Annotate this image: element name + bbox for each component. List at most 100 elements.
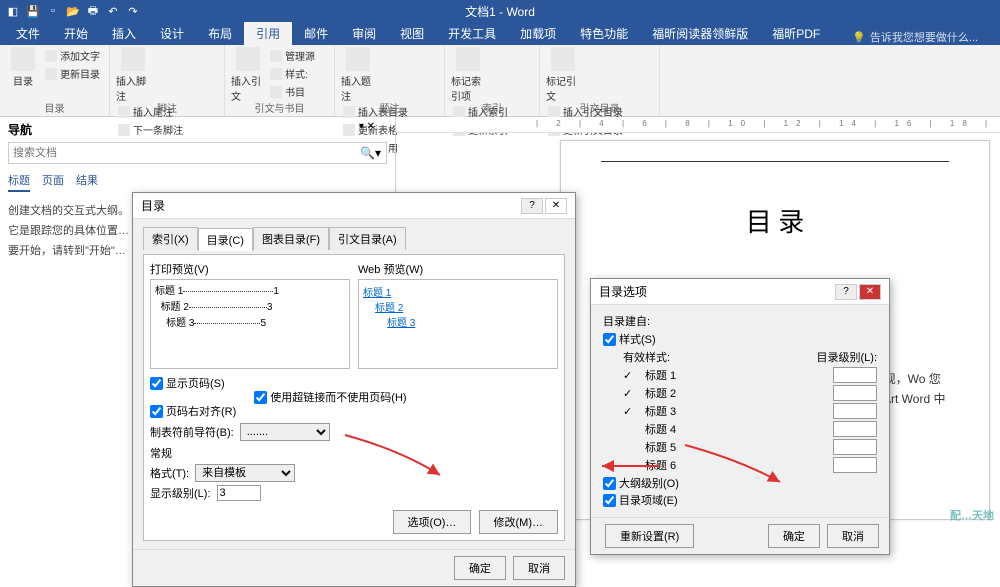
format-select[interactable]: 来自模板 xyxy=(195,464,295,482)
level-input-1[interactable] xyxy=(833,367,877,383)
general-label: 常规 xyxy=(150,445,172,461)
toc-level-label: 目录级别(L): xyxy=(817,349,878,365)
nav-tab-headings[interactable]: 标题 xyxy=(8,172,30,192)
redo-icon[interactable]: ↷ xyxy=(126,4,140,18)
web-preview-box: 标题 1 标题 2 标题 3 xyxy=(358,279,558,369)
toc-options-dialog: 目录选项 ?✕ 目录建自: 样式(S) 有效样式:目录级别(L): ✓标题 1 … xyxy=(590,278,890,555)
toc-dialog-title: 目录 xyxy=(141,197,165,214)
search-input[interactable] xyxy=(8,142,387,164)
add-text-button[interactable]: 添加文字 xyxy=(43,47,102,64)
use-hyperlinks-checkbox[interactable]: 使用超链接而不使用页码(H) xyxy=(254,375,406,419)
print-preview-label: 打印预览(V) xyxy=(150,261,350,277)
style-dropdown[interactable]: 样式: xyxy=(268,65,317,82)
right-align-checkbox[interactable]: 页码右对齐(R) xyxy=(150,403,236,419)
levels-label: 显示级别(L): xyxy=(150,485,211,501)
tab-special[interactable]: 特色功能 xyxy=(568,22,640,45)
built-from-label: 目录建自: xyxy=(603,313,877,329)
tab-leader-label: 制表符前导符(B): xyxy=(150,424,234,440)
toc-button[interactable]: 目录 xyxy=(6,47,40,88)
tocdlg-tab-figures[interactable]: 图表目录(F) xyxy=(253,227,329,250)
ribbon-tabs: 文件 开始 插入 设计 布局 引用 邮件 审阅 视图 开发工具 加载项 特色功能… xyxy=(0,22,1000,45)
web-preview-label: Web 预览(W) xyxy=(358,261,558,277)
group-label-toc: 目录 xyxy=(0,100,109,115)
group-label-index: 索引 xyxy=(445,100,539,115)
reset-button[interactable]: 重新设置(R) xyxy=(605,524,694,548)
opt-ok-button[interactable]: 确定 xyxy=(768,524,820,548)
mark-citation-button[interactable]: 标记引文 xyxy=(546,47,580,103)
doc-toc-heading: 目 录 xyxy=(601,202,949,239)
title-bar: ◧ 💾 ▫ 📂 🖶 ↶ ↷ 文档1 - Word xyxy=(0,0,1000,22)
tab-design[interactable]: 设计 xyxy=(148,22,196,45)
save-icon[interactable]: 💾 xyxy=(26,4,40,18)
level-input-5[interactable] xyxy=(833,439,877,455)
print-icon[interactable]: 🖶 xyxy=(86,4,100,18)
help-icon[interactable]: ? xyxy=(835,284,857,300)
tocdlg-tab-toc[interactable]: 目录(C) xyxy=(198,228,253,251)
tab-mailings[interactable]: 邮件 xyxy=(292,22,340,45)
toc-cancel-button[interactable]: 取消 xyxy=(513,556,565,580)
tab-insert[interactable]: 插入 xyxy=(100,22,148,45)
nav-tab-pages[interactable]: 页面 xyxy=(42,172,64,192)
tab-foxitpdf[interactable]: 福昕PDF xyxy=(760,22,832,45)
insert-footnote-button[interactable]: 插入脚注 xyxy=(116,47,150,103)
entry-fields-checkbox[interactable]: 目录项域(E) xyxy=(603,492,877,508)
nav-title: 导航 xyxy=(8,121,387,138)
insert-caption-button[interactable]: 插入题注 xyxy=(341,47,375,103)
nav-tab-results[interactable]: 结果 xyxy=(76,172,98,192)
tab-developer[interactable]: 开发工具 xyxy=(436,22,508,45)
mark-entry-button[interactable]: 标记索引项 xyxy=(451,47,485,103)
group-label-captions: 题注 xyxy=(335,100,444,115)
level-input-4[interactable] xyxy=(833,421,877,437)
show-pagenum-checkbox[interactable]: 显示页码(S) xyxy=(150,375,236,391)
tab-file[interactable]: 文件 xyxy=(4,22,52,45)
close-icon[interactable]: ✕ xyxy=(859,284,881,300)
opt-cancel-button[interactable]: 取消 xyxy=(827,524,879,548)
level-input-3[interactable] xyxy=(833,403,877,419)
toc-icon xyxy=(11,47,35,71)
tocdlg-tab-authorities[interactable]: 引文目录(A) xyxy=(329,227,406,250)
tab-layout[interactable]: 布局 xyxy=(196,22,244,45)
group-label-toa: 引文目录 xyxy=(540,100,659,115)
options-button[interactable]: 选项(O)… xyxy=(393,510,472,534)
manage-sources-button[interactable]: 管理源 xyxy=(268,47,317,64)
watermark: 配…天地 xyxy=(950,507,994,523)
toc-ok-button[interactable]: 确定 xyxy=(454,556,506,580)
word-icon: ◧ xyxy=(6,4,20,18)
close-icon[interactable]: ✕ xyxy=(545,198,567,214)
opt-dialog-title: 目录选项 xyxy=(599,283,647,300)
bibliography-button[interactable]: 书目 xyxy=(268,83,317,100)
tab-addins[interactable]: 加载项 xyxy=(508,22,568,45)
level-input-2[interactable] xyxy=(833,385,877,401)
update-toc-button[interactable]: 更新目录 xyxy=(43,65,102,82)
quick-access-toolbar: ◧ 💾 ▫ 📂 🖶 ↶ ↷ xyxy=(6,4,140,18)
open-icon[interactable]: 📂 xyxy=(66,4,80,18)
tab-view[interactable]: 视图 xyxy=(388,22,436,45)
modify-button[interactable]: 修改(M)… xyxy=(479,510,559,534)
group-label-citations: 引文与书目 xyxy=(225,100,334,115)
levels-input[interactable] xyxy=(217,485,261,501)
ruler: | 2 | 4 | 6 | 8 | 10 | 12 | 14 | 16 | 18… xyxy=(396,117,1000,133)
tab-leader-select[interactable]: ....... xyxy=(240,423,330,441)
group-label-footnotes: 脚注 xyxy=(110,100,224,115)
tab-home[interactable]: 开始 xyxy=(52,22,100,45)
search-icon[interactable]: 🔍▾ xyxy=(360,146,381,160)
tell-me-search[interactable]: 💡告诉我您想要做什么... xyxy=(852,29,978,45)
format-label: 格式(T): xyxy=(150,465,189,481)
bulb-icon: 💡 xyxy=(852,31,866,44)
insert-citation-button[interactable]: 插入引文 xyxy=(231,47,265,103)
help-icon[interactable]: ? xyxy=(521,198,543,214)
tab-review[interactable]: 审阅 xyxy=(340,22,388,45)
tocdlg-tab-index[interactable]: 索引(X) xyxy=(143,227,198,250)
print-preview-box: 标题 11 标题 23 标题 35 xyxy=(150,279,350,369)
styles-checkbox[interactable]: 样式(S) xyxy=(603,331,877,347)
avail-styles-label: 有效样式: xyxy=(623,349,670,365)
tab-references[interactable]: 引用 xyxy=(244,22,292,45)
new-icon[interactable]: ▫ xyxy=(46,4,60,18)
undo-icon[interactable]: ↶ xyxy=(106,4,120,18)
nav-close-icon[interactable]: ▾ ✕ xyxy=(359,121,375,132)
tab-foxit[interactable]: 福昕阅读器领鲜版 xyxy=(640,22,760,45)
nav-tabs: 标题 页面 结果 xyxy=(8,172,387,192)
level-input-6[interactable] xyxy=(833,457,877,473)
outline-checkbox[interactable]: 大纲级别(O) xyxy=(603,475,877,491)
window-title: 文档1 - Word xyxy=(465,3,535,20)
